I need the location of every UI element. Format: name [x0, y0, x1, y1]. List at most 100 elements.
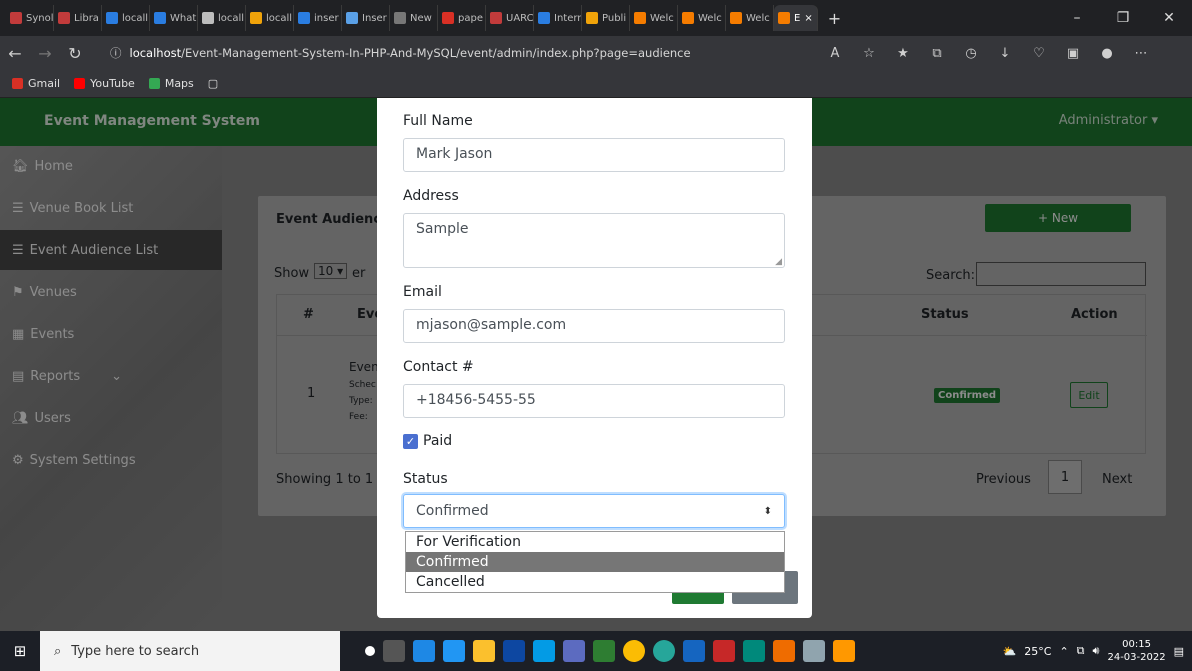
browser-tab[interactable]: locall — [102, 5, 150, 31]
photoshop-icon[interactable] — [503, 640, 525, 662]
xampp-icon[interactable] — [713, 640, 735, 662]
volume-icon[interactable]: 🔊︎ — [1093, 644, 1100, 658]
favorite-add-icon[interactable]: ☆ — [854, 46, 884, 61]
browser-tab[interactable]: Welc — [630, 5, 678, 31]
tab-label: Welc — [746, 12, 770, 24]
close-window-button[interactable]: ✕ — [1146, 0, 1192, 36]
minimize-button[interactable]: – — [1054, 0, 1100, 36]
read-aloud-icon[interactable]: A — [820, 46, 850, 61]
address-textarea[interactable]: Sample ◢ — [403, 213, 785, 268]
app-icon[interactable] — [653, 640, 675, 662]
tab-favicon-icon — [586, 12, 598, 24]
weather-temp[interactable]: 25°C — [1024, 645, 1051, 658]
tab-close-icon[interactable]: × — [804, 13, 812, 24]
more-menu-icon[interactable]: ⋯ — [1126, 46, 1156, 61]
weather-icon[interactable]: ⛅ — [1003, 645, 1017, 658]
back-icon[interactable]: ← — [0, 44, 30, 63]
tab-favicon-icon — [346, 12, 358, 24]
browser-tab[interactable]: Inser — [342, 5, 390, 31]
tab-favicon-icon — [538, 12, 550, 24]
tab-label: Inser — [362, 12, 387, 24]
browser-tab[interactable]: New — [390, 5, 438, 31]
bookmark-gmail[interactable]: Gmail — [12, 77, 60, 90]
browser-tab[interactable]: Intern — [534, 5, 582, 31]
tray-overflow-icon[interactable]: ⌃ — [1059, 645, 1068, 658]
new-tab-button[interactable]: + — [828, 9, 841, 28]
info-icon[interactable]: ⓘ — [110, 45, 122, 61]
excel-icon[interactable] — [593, 640, 615, 662]
status-dropdown: For Verification Confirmed Cancelled — [405, 531, 785, 593]
browser-tab[interactable]: What — [150, 5, 198, 31]
forward-icon[interactable]: → — [30, 44, 60, 63]
full-name-input[interactable]: Mark Jason — [403, 138, 785, 172]
mail-icon[interactable] — [533, 640, 555, 662]
restore-button[interactable]: ❐ — [1100, 0, 1146, 36]
browser-tab[interactable]: Synol — [6, 5, 54, 31]
bookmark-youtube[interactable]: YouTube — [74, 77, 135, 90]
tab-favicon-icon — [490, 12, 502, 24]
status-option[interactable]: For Verification — [406, 532, 784, 552]
window-controls: – ❐ ✕ — [1054, 0, 1192, 36]
paid-checkbox[interactable]: ✓ — [403, 434, 418, 449]
history-icon[interactable]: ◷ — [956, 46, 986, 61]
windows-start-icon[interactable]: ⊞ — [0, 631, 40, 671]
downloads-icon[interactable]: ↓ — [990, 46, 1020, 61]
task-view-icon[interactable] — [383, 640, 405, 662]
address-bar-row: ← → ↻ ⓘ localhost/Event-Management-Syste… — [0, 36, 1192, 70]
browser-tab-bar: Synol Libra locall What locall locall inser Ins… — [0, 0, 1192, 36]
sublime-icon[interactable] — [833, 640, 855, 662]
reload-icon[interactable]: ↻ — [60, 44, 90, 63]
screenshot-icon[interactable]: ▣ — [1058, 46, 1088, 61]
browser-tab[interactable]: locall — [198, 5, 246, 31]
tab-favicon-icon — [394, 12, 406, 24]
word-icon[interactable] — [683, 640, 705, 662]
favorites-icon[interactable]: ★ — [888, 46, 918, 61]
bookmark-favicon-icon — [74, 78, 86, 89]
browser-tab[interactable]: UARC — [486, 5, 534, 31]
tab-favicon-icon — [10, 12, 22, 24]
tab-label: Synol — [26, 12, 54, 24]
tab-label: E — [794, 12, 801, 24]
page-viewport: Event Management System Administrator ▾ … — [0, 98, 1192, 631]
bookmark-maps[interactable]: Maps — [148, 77, 194, 90]
tab-strip: Synol Libra locall What locall locall inser Ins… — [6, 5, 774, 31]
store-icon[interactable] — [443, 640, 465, 662]
tab-favicon-icon — [250, 12, 262, 24]
cortana-icon[interactable] — [365, 646, 375, 656]
network-icon[interactable]: ⧉ — [1077, 644, 1085, 658]
status-option[interactable]: Confirmed — [406, 552, 784, 572]
email-input[interactable]: mjason@sample.com — [403, 309, 785, 343]
chrome-icon[interactable] — [623, 640, 645, 662]
browser-tab[interactable]: Welc — [678, 5, 726, 31]
status-option[interactable]: Cancelled — [406, 572, 784, 592]
browser2-icon[interactable] — [773, 640, 795, 662]
app3-icon[interactable] — [803, 640, 825, 662]
url-field[interactable]: ⓘ localhost/Event-Management-System-In-P… — [110, 40, 800, 66]
browser-tab[interactable]: Publi — [582, 5, 630, 31]
taskbar-search[interactable]: ⌕ Type here to search — [40, 631, 340, 671]
contact-input[interactable]: +18456-5455-55 — [403, 384, 785, 418]
browser-tab[interactable]: Welc — [726, 5, 774, 31]
browser-tab[interactable]: inser — [294, 5, 342, 31]
browser-tab[interactable]: Libra — [54, 5, 102, 31]
teams-icon[interactable] — [563, 640, 585, 662]
tab-favicon-icon — [154, 12, 166, 24]
clock[interactable]: 00:15 24-03-2022 — [1107, 638, 1165, 664]
status-select[interactable]: Confirmed ⬍ — [403, 494, 785, 528]
bookmark-folder-icon[interactable]: ▢ — [208, 77, 218, 90]
file-explorer-icon[interactable] — [473, 640, 495, 662]
browser-tab[interactable]: pape — [438, 5, 486, 31]
profile-avatar[interactable]: ● — [1092, 46, 1122, 61]
notification-icon[interactable]: ▤ — [1174, 645, 1184, 658]
browser-tab[interactable]: locall — [246, 5, 294, 31]
tab-favicon-icon — [58, 12, 70, 24]
health-icon[interactable]: ♡ — [1024, 46, 1054, 61]
tab-active[interactable]: E × — [774, 5, 818, 31]
tab-favicon-icon — [106, 12, 118, 24]
resize-handle-icon[interactable]: ◢ — [775, 257, 782, 267]
edge-icon[interactable] — [413, 640, 435, 662]
tab-favicon-icon — [778, 12, 790, 24]
app2-icon[interactable] — [743, 640, 765, 662]
address-value: Sample — [416, 221, 469, 237]
collections-icon[interactable]: ⧉ — [922, 46, 952, 61]
